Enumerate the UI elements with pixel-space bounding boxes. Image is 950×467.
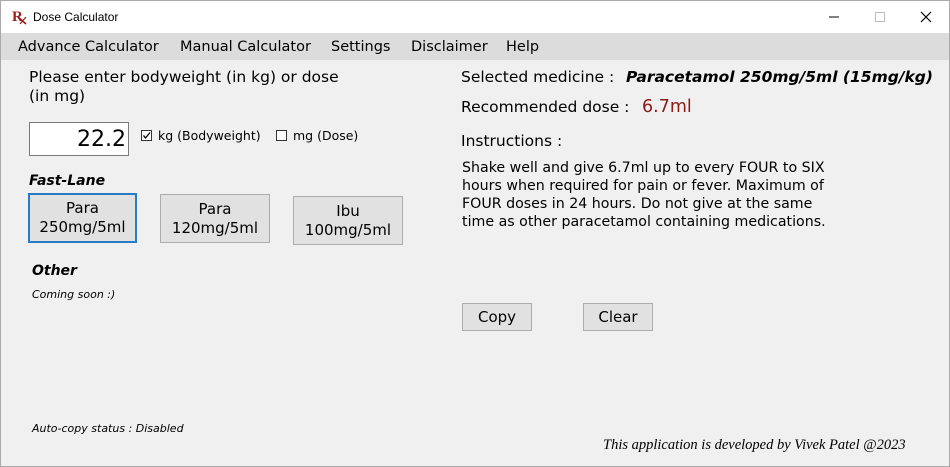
kg-label: kg (Bodyweight) <box>158 128 261 143</box>
ibu-100-button[interactable]: Ibu 100mg/5ml <box>293 196 403 245</box>
recommended-dose-value: 6.7ml <box>642 97 692 117</box>
button-line1: Ibu <box>336 201 360 220</box>
autocopy-status: Auto-copy status : Disabled <box>32 422 184 435</box>
close-button[interactable] <box>903 1 949 33</box>
mg-label: mg (Dose) <box>293 128 359 143</box>
app-logo-icon: R <box>12 9 27 25</box>
selected-medicine-value: Paracetamol 250mg/5ml (15mg/kg) <box>626 68 933 86</box>
minimize-button[interactable] <box>811 1 857 33</box>
button-line2: 120mg/5ml <box>171 218 259 237</box>
button-line2: 250mg/5ml <box>39 218 126 236</box>
mg-checkbox[interactable] <box>276 130 287 141</box>
copy-button[interactable]: Copy <box>462 303 532 331</box>
checkmark-icon <box>142 132 151 140</box>
button-line1: Para <box>66 199 99 217</box>
selected-medicine-label: Selected medicine : <box>461 68 615 86</box>
para-250-button[interactable]: Para 250mg/5ml <box>28 193 137 243</box>
recommended-dose-label: Recommended dose : <box>461 98 630 116</box>
app-window: R Dose Calculator Advance Calculator Man… <box>0 0 950 467</box>
menu-help[interactable]: Help <box>506 39 539 55</box>
other-heading: Other <box>32 263 77 279</box>
menu-advance-calculator[interactable]: Advance Calculator <box>18 39 159 55</box>
maximize-icon <box>875 12 885 22</box>
fast-lane-heading: Fast-Lane <box>29 173 106 189</box>
menu-disclaimer[interactable]: Disclaimer <box>411 39 488 55</box>
window-title: Dose Calculator <box>33 10 119 24</box>
weight-input[interactable] <box>29 122 129 156</box>
instructions-label: Instructions : <box>461 132 563 150</box>
menu-settings[interactable]: Settings <box>331 39 390 55</box>
instructions-text: Shake well and give 6.7ml up to every FO… <box>462 160 826 230</box>
developer-credit: This application is developed by Vivek P… <box>603 437 906 453</box>
button-line1: Para <box>198 199 232 218</box>
title-bar: R Dose Calculator <box>1 1 949 33</box>
menu-bar: Advance Calculator Manual Calculator Set… <box>1 33 949 60</box>
input-prompt: Please enter bodyweight (in kg) or dose … <box>29 68 339 105</box>
menu-manual-calculator[interactable]: Manual Calculator <box>180 39 311 55</box>
other-note: Coming soon :) <box>32 288 116 301</box>
maximize-button[interactable] <box>857 1 903 33</box>
minimize-icon <box>829 16 839 18</box>
clear-button[interactable]: Clear <box>583 303 653 331</box>
button-line2: 100mg/5ml <box>304 220 392 239</box>
para-120-button[interactable]: Para 120mg/5ml <box>160 194 270 243</box>
close-icon <box>920 11 932 23</box>
kg-checkbox[interactable] <box>141 130 152 141</box>
